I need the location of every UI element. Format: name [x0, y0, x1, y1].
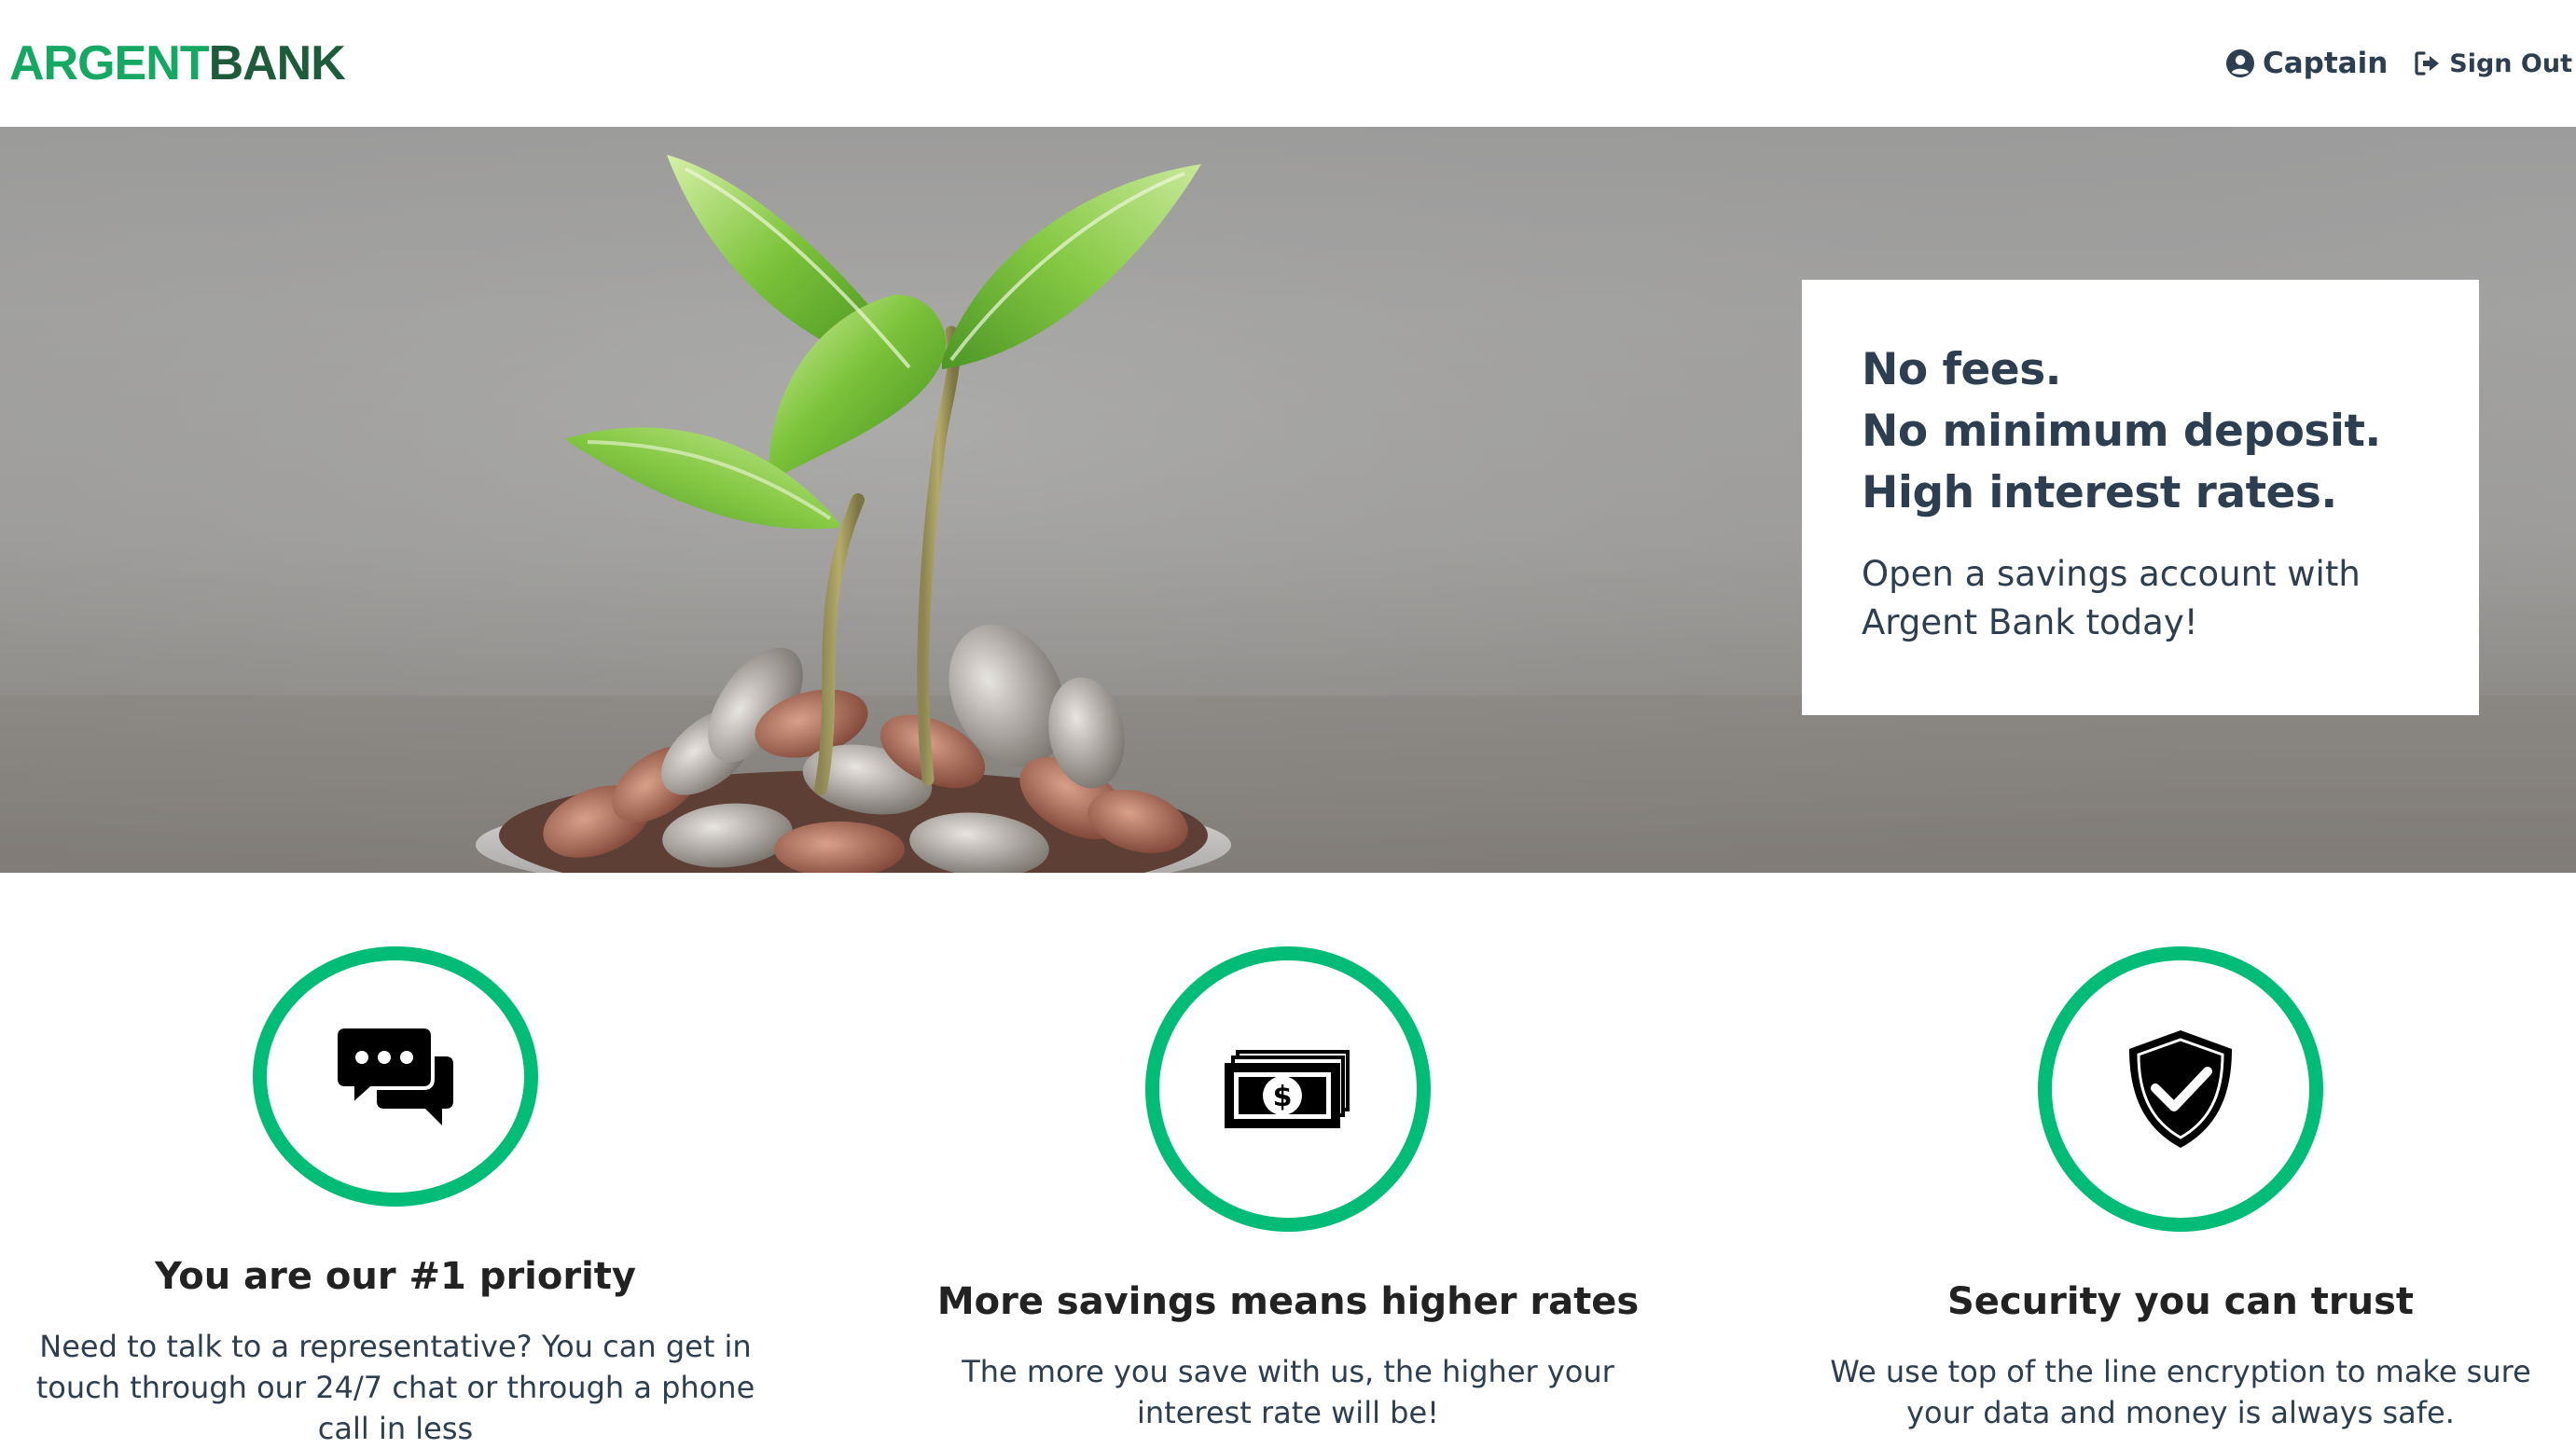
feature-text: The more you save with us, the higher yo…: [962, 1354, 1614, 1430]
feature-text: Need to talk to a representative? You ca…: [35, 1329, 755, 1446]
feature-icon-circle: $: [1145, 946, 1431, 1232]
feature-item-priority: You are our #1 priority Need to talk to …: [19, 873, 772, 1449]
feature-icon-circle: [253, 946, 538, 1207]
promo-line-no-fees: No fees.: [1862, 344, 2062, 395]
user-name: Captain: [2262, 47, 2389, 80]
promo-line-interest: High interest rates.: [1862, 467, 2337, 518]
security-shield-icon: [2129, 1030, 2232, 1148]
feature-item-savings: $ More savings means higher rates The mo…: [911, 873, 1665, 1449]
logo-link[interactable]: ARGENT BANK: [9, 35, 346, 91]
user-circle-icon: [2225, 49, 2254, 77]
promo-line-no-minimum: No minimum deposit.: [1862, 406, 2381, 457]
feature-title: Security you can trust: [1947, 1280, 2414, 1323]
feature-text: We use top of the line encryption to mak…: [1830, 1354, 2531, 1430]
feature-title: You are our #1 priority: [154, 1255, 636, 1298]
sign-out-label: Sign Out: [2449, 48, 2572, 78]
promo-subtitle: Open a savings account with Argent Bank …: [1862, 554, 2361, 642]
sign-out-link[interactable]: Sign Out: [2414, 49, 2572, 78]
user-nav: Captain Sign Out: [2225, 47, 2572, 80]
sign-out-icon: [2415, 51, 2440, 76]
feature-item-security: Security you can trust We use top of the…: [1804, 873, 2557, 1449]
user-profile-link[interactable]: Captain: [2225, 47, 2388, 80]
logo-bank-text: BANK: [208, 36, 346, 90]
money-icon: $: [1225, 1050, 1350, 1128]
main-nav: ARGENT BANK Captain Sign Out: [0, 0, 2576, 127]
logo-argent-text: ARGENT: [9, 36, 210, 90]
hero-banner: No fees. No minimum deposit. High intere…: [0, 127, 2576, 873]
chat-icon: [336, 1024, 453, 1125]
promo-card: No fees. No minimum deposit. High intere…: [1802, 280, 2479, 715]
feature-title: More savings means higher rates: [936, 1280, 1640, 1323]
svg-text:$: $: [1273, 1081, 1293, 1113]
features-section: You are our #1 priority Need to talk to …: [0, 873, 2576, 1449]
feature-icon-circle: [2038, 946, 2323, 1232]
